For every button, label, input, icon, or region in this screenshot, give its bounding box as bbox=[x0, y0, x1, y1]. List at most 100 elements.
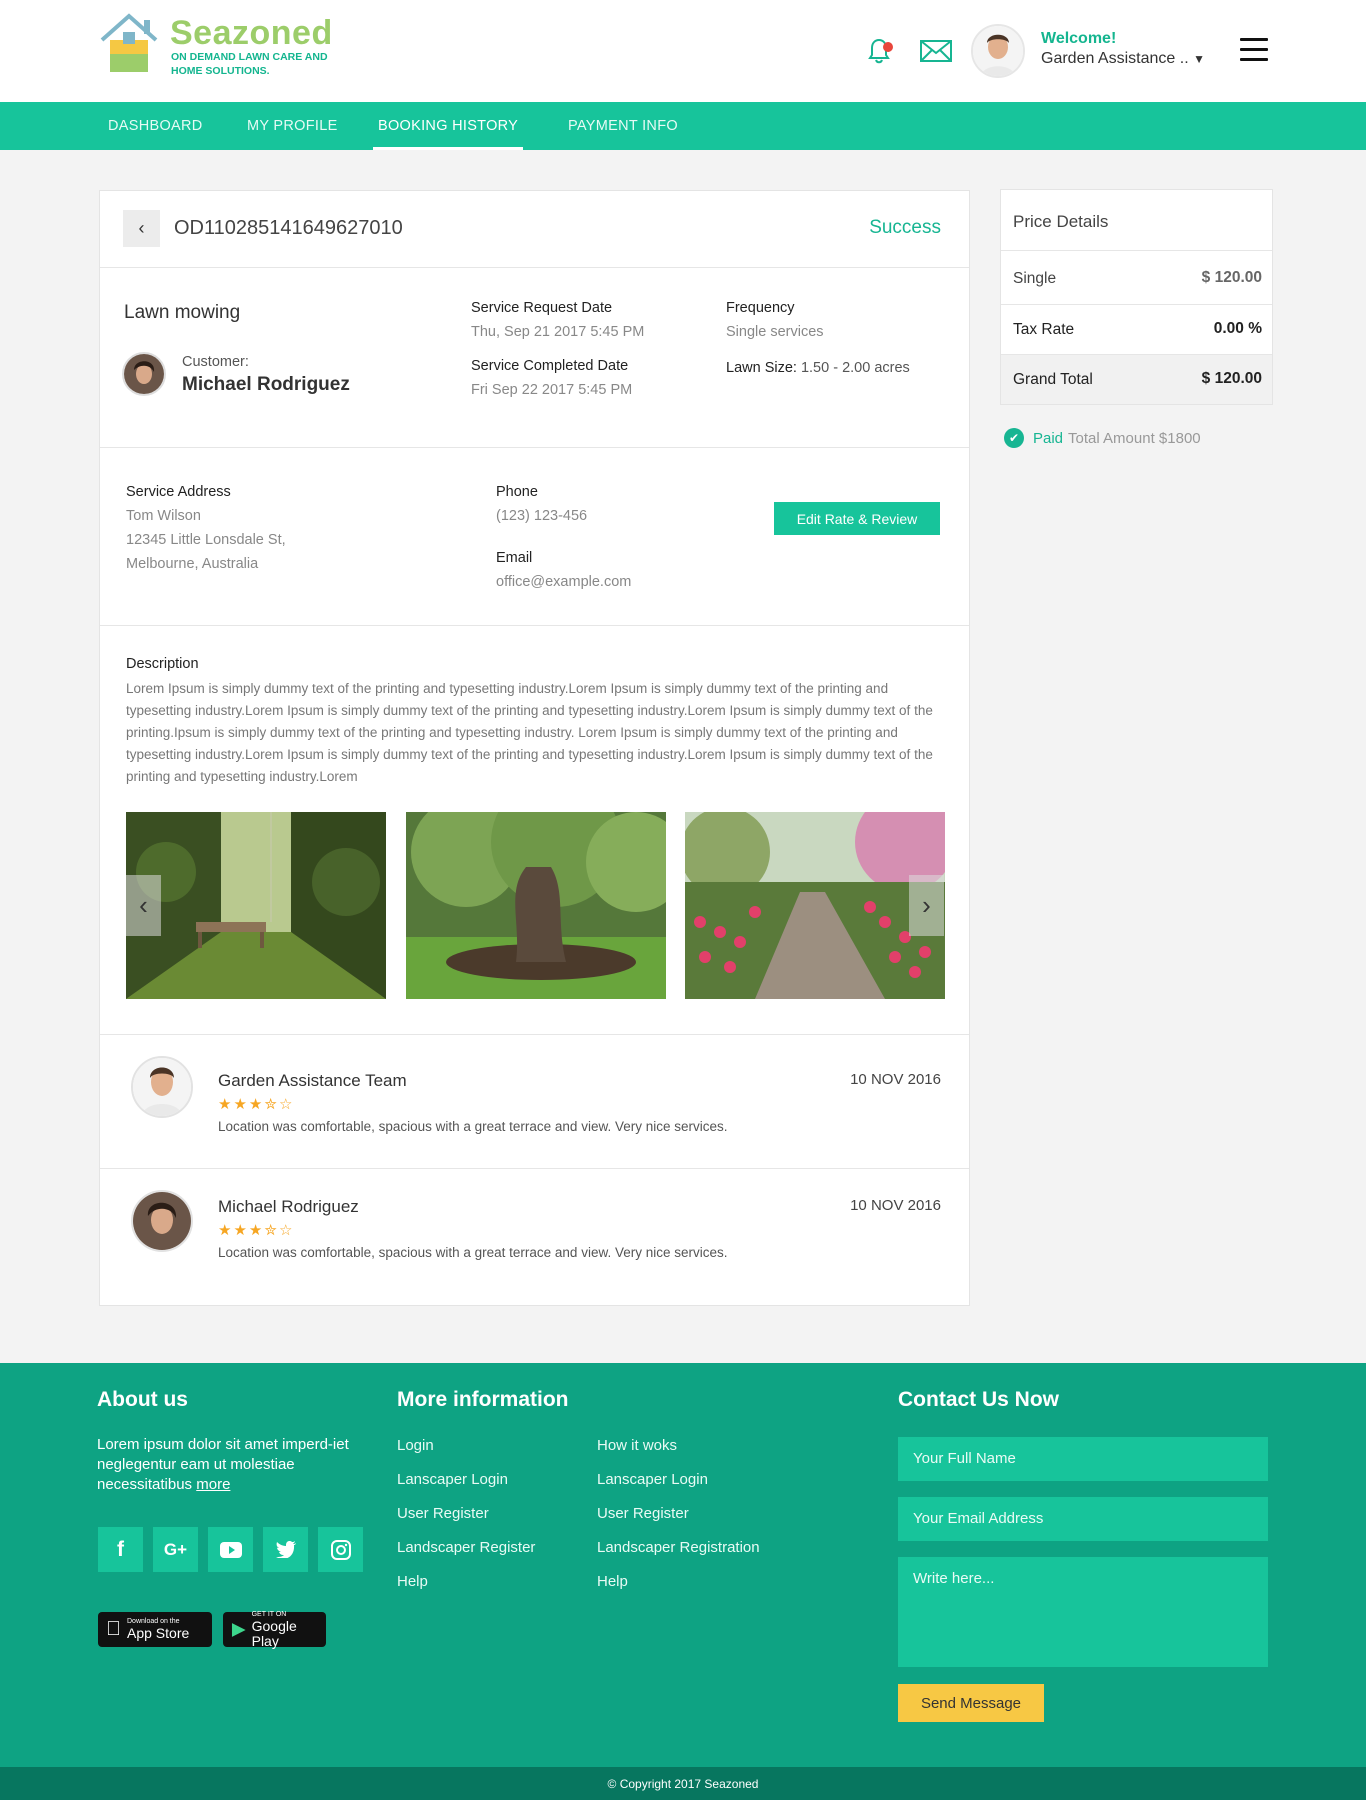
about-more-link[interactable]: more bbox=[196, 1476, 230, 1493]
frequency-value: Single services bbox=[726, 324, 824, 340]
gallery-photo-swing[interactable] bbox=[126, 812, 386, 999]
paid-total: Total Amount $1800 bbox=[1068, 429, 1201, 447]
description-text: Lorem Ipsum is simply dummy text of the … bbox=[126, 681, 933, 784]
edit-rate-review-button[interactable]: Edit Rate & Review bbox=[774, 502, 940, 535]
star-filled-icon: ★ bbox=[248, 1222, 265, 1239]
reviewer-name: Garden Assistance Team bbox=[218, 1071, 407, 1090]
review-date: 10 NOV 2016 bbox=[850, 1071, 941, 1088]
nav-booking-history[interactable]: BOOKING HISTORY bbox=[373, 102, 524, 150]
reviewer-avatar bbox=[131, 1056, 193, 1118]
brand-tagline: ON DEMAND LAWN CARE AND HOME SOLUTIONS. bbox=[171, 51, 328, 77]
gallery-photo-tulips[interactable] bbox=[685, 812, 945, 999]
google-play-big: Google Play bbox=[251, 1617, 297, 1649]
footer-link[interactable]: Help bbox=[397, 1573, 428, 1590]
paid-status: ✔ Paid Total Amount $1800 bbox=[1004, 428, 1201, 448]
brand-name: Seazoned bbox=[170, 14, 333, 52]
service-summary: Lawn mowing Customer: Michael Rodriguez … bbox=[100, 268, 969, 448]
play-icon bbox=[231, 1622, 246, 1637]
star-empty-icon: ☆ bbox=[278, 1222, 295, 1239]
completed-date-label: Service Completed Date bbox=[471, 358, 629, 374]
user-dropdown[interactable]: Garden Assistance .. ▼ bbox=[1041, 50, 1205, 68]
price-details-title: Price Details bbox=[1013, 212, 1109, 231]
order-status: Success bbox=[869, 217, 941, 238]
chevron-left-icon: ‹ bbox=[139, 890, 148, 920]
price-row-single: Single $ 120.00 bbox=[1001, 250, 1272, 304]
nav-dashboard[interactable]: DASHBOARD bbox=[108, 102, 203, 150]
footer-link[interactable]: User Register bbox=[597, 1505, 689, 1522]
google-play-badge[interactable]: GET IT ON Google Play bbox=[223, 1611, 326, 1649]
price-value: $ 120.00 bbox=[1201, 370, 1262, 387]
star-empty-icon: ☆ bbox=[278, 1096, 295, 1113]
phone-value: (123) 123-456 bbox=[496, 508, 588, 524]
bell-icon[interactable] bbox=[862, 36, 896, 66]
welcome-text: Welcome! bbox=[1041, 30, 1117, 47]
address-name: Tom Wilson bbox=[126, 508, 201, 524]
check-circle-icon: ✔ bbox=[1004, 428, 1024, 448]
youtube-icon[interactable] bbox=[208, 1527, 253, 1572]
hamburger-icon[interactable] bbox=[1240, 38, 1268, 62]
footer-link[interactable]: How it woks bbox=[597, 1437, 677, 1454]
back-button[interactable]: ‹ bbox=[123, 210, 160, 247]
description-label: Description bbox=[126, 656, 199, 672]
service-title: Lawn mowing bbox=[124, 302, 241, 323]
price-row-grand-total: Grand Total $ 120.00 bbox=[1001, 354, 1272, 404]
footer-link[interactable]: Landscaper Register bbox=[397, 1539, 535, 1556]
about-text: Lorem ipsum dolor sit amet imperd-iet ne… bbox=[97, 1435, 367, 1495]
instagram-icon[interactable] bbox=[318, 1527, 363, 1572]
lawn-size-label: Lawn Size: bbox=[726, 360, 797, 376]
star-filled-icon: ★ bbox=[233, 1096, 249, 1113]
gallery-next-button[interactable]: › bbox=[909, 875, 944, 936]
twitter-icon[interactable] bbox=[263, 1527, 308, 1572]
email-field[interactable]: Your Email Address bbox=[898, 1497, 1268, 1541]
chevron-right-icon: › bbox=[922, 890, 931, 920]
caret-down-icon[interactable]: ▼ bbox=[1193, 52, 1205, 66]
footer-link[interactable]: User Register bbox=[397, 1505, 489, 1522]
email-label: Email bbox=[496, 550, 533, 566]
lawn-size-value: 1.50 - 2.00 acres bbox=[800, 360, 910, 376]
facebook-icon[interactable]: f bbox=[98, 1527, 143, 1572]
footer-link[interactable]: Lanscaper Login bbox=[397, 1471, 508, 1488]
price-details-card: Price Details Single $ 120.00 Tax Rate 0… bbox=[1000, 189, 1273, 405]
completed-date: Fri Sep 22 2017 5:45 PM bbox=[471, 382, 633, 398]
user-name: Garden Assistance .. bbox=[1041, 50, 1189, 67]
star-filled-icon: ★ bbox=[233, 1222, 249, 1239]
nav-payment-info[interactable]: PAYMENT INFO bbox=[568, 102, 678, 150]
price-value: $ 120.00 bbox=[1201, 269, 1262, 286]
paid-label: Paid bbox=[1033, 429, 1064, 447]
price-value: 0.00 % bbox=[1213, 320, 1262, 337]
house-logo-icon bbox=[100, 13, 158, 72]
price-label: Grand Total bbox=[1013, 371, 1093, 388]
email-value: office@example.com bbox=[496, 574, 632, 590]
app-store-badge[interactable]:  Download on the App Store bbox=[98, 1612, 212, 1647]
description-section: Description Lorem Ipsum is simply dummy … bbox=[100, 626, 969, 1035]
price-label: Tax Rate bbox=[1013, 321, 1075, 338]
footer-link[interactable]: Login bbox=[397, 1437, 434, 1454]
star-filled-icon: ★ bbox=[218, 1096, 234, 1113]
chevron-left-icon: ‹ bbox=[138, 218, 145, 238]
app-store-big: App Store bbox=[112, 1625, 189, 1641]
google-plus-icon[interactable]: G+ bbox=[153, 1527, 198, 1572]
star-half-icon: ✮ bbox=[264, 1222, 279, 1239]
more-info-heading: More information bbox=[397, 1388, 569, 1411]
photo-gallery: ‹ › bbox=[126, 812, 945, 999]
footer-link[interactable]: Landscaper Registration bbox=[597, 1539, 760, 1556]
envelope-icon[interactable] bbox=[919, 36, 953, 66]
user-avatar[interactable] bbox=[971, 24, 1025, 78]
about-heading: About us bbox=[97, 1388, 188, 1411]
customer-name: Michael Rodriguez bbox=[182, 374, 350, 395]
send-message-button[interactable]: Send Message bbox=[898, 1684, 1044, 1722]
message-field[interactable]: Write here... bbox=[898, 1557, 1268, 1667]
star-filled-icon: ★ bbox=[218, 1222, 234, 1239]
main-nav: DASHBOARD MY PROFILE BOOKING HISTORY PAY… bbox=[0, 102, 1366, 150]
address-line2: Melbourne, Australia bbox=[126, 556, 259, 572]
price-row-tax: Tax Rate 0.00 % bbox=[1001, 304, 1272, 354]
review-text: Location was comfortable, spacious with … bbox=[218, 1245, 728, 1260]
full-name-field[interactable]: Your Full Name bbox=[898, 1437, 1268, 1481]
gallery-photo-tree[interactable] bbox=[406, 812, 666, 999]
gallery-prev-button[interactable]: ‹ bbox=[126, 875, 161, 936]
nav-my-profile[interactable]: MY PROFILE bbox=[247, 102, 338, 150]
review-item: Michael Rodriguez 10 NOV 2016 ★★★✮☆ Loca… bbox=[100, 1169, 969, 1305]
footer-link[interactable]: Help bbox=[597, 1573, 628, 1590]
footer-link[interactable]: Lanscaper Login bbox=[597, 1471, 708, 1488]
brand-logo[interactable]: Seazoned ON DEMAND LAWN CARE AND HOME SO… bbox=[96, 10, 336, 80]
